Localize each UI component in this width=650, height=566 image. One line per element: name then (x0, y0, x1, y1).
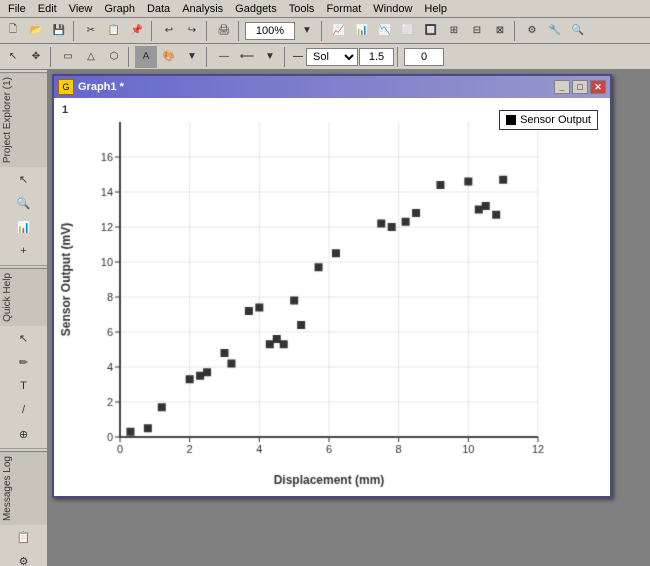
menu-data[interactable]: Data (141, 2, 176, 16)
sidebar-msg-icon-2[interactable]: ⚙ (13, 550, 35, 566)
graph-window: G Graph1 * _ □ ✕ 1 Sensor Output (52, 74, 612, 498)
copy-button[interactable]: 📋 (103, 20, 125, 42)
cut-button[interactable]: ✂ (80, 20, 102, 42)
close-button[interactable]: ✕ (590, 80, 606, 94)
zoom-dropdown[interactable]: ▼ (296, 20, 318, 42)
line-btn-1[interactable]: — (213, 46, 235, 68)
open-button[interactable]: 📂 (25, 20, 47, 42)
sidebar-text-icon[interactable]: T (13, 375, 35, 397)
draw-btn-3[interactable]: ⬡ (103, 46, 125, 68)
move-btn[interactable]: ✥ (25, 46, 47, 68)
sidebar-quickhelp-label: Quick Help (0, 268, 47, 326)
sidebar-project-label: Project Explorer (1) (0, 72, 47, 167)
minimize-button[interactable]: _ (554, 80, 570, 94)
color-btn-2[interactable]: 🎨 (158, 46, 180, 68)
sidebar-pencil-icon[interactable]: ✏ (13, 351, 35, 373)
new-button[interactable]: 🗋 (2, 20, 24, 42)
draw-btn-2[interactable]: △ (80, 46, 102, 68)
redo-button[interactable]: ↪ (181, 20, 203, 42)
legend-marker (506, 115, 516, 125)
toolbar-1: 🗋 📂 💾 ✂ 📋 📌 ↩ ↪ 🖨 ▼ 📈 📊 📉 ⬜ 🔲 ⊞ ⊟ ⊠ ⚙ 🔧 … (0, 18, 650, 44)
graph-title: Graph1 * (78, 81, 124, 93)
graph-btn-8[interactable]: ⊠ (489, 20, 511, 42)
separator-2 (151, 21, 155, 41)
menu-format[interactable]: Format (320, 2, 367, 16)
sidebar-messages-section: Messages Log 📋 ⚙ 🔧 (0, 449, 47, 566)
sep-t2-2 (128, 47, 132, 67)
sidebar-line-icon[interactable]: / (13, 399, 35, 421)
maximize-button[interactable]: □ (572, 80, 588, 94)
sidebar-zoom-icon[interactable]: ⊕ (13, 423, 35, 445)
sidebar-select-icon[interactable]: ↖ (13, 327, 35, 349)
sidebar-msg-icon-1[interactable]: 📋 (13, 526, 35, 548)
menu-tools[interactable]: Tools (283, 2, 321, 16)
graph-titlebar: G Graph1 * _ □ ✕ (54, 76, 610, 98)
value-field[interactable] (404, 48, 444, 66)
menu-window[interactable]: Window (367, 2, 418, 16)
menu-graph[interactable]: Graph (98, 2, 141, 16)
arrow-btn[interactable]: ↖ (2, 46, 24, 68)
legend-label: Sensor Output (520, 114, 591, 126)
sidebar-pointer-icon[interactable]: ↖ (13, 168, 35, 190)
sidebar-messages-label: Messages Log (0, 451, 47, 525)
menu-help[interactable]: Help (418, 2, 453, 16)
color-btn-1[interactable]: A (135, 46, 157, 68)
extra-btn-1[interactable]: ⚙ (521, 20, 543, 42)
line-style-select[interactable]: Sol Dash Dot (306, 48, 358, 66)
print-button[interactable]: 🖨 (213, 20, 235, 42)
sidebar-search-icon[interactable]: 🔍 (13, 192, 35, 214)
menu-file[interactable]: File (2, 2, 32, 16)
zoom-input[interactable] (245, 22, 295, 40)
menu-gadgets[interactable]: Gadgets (229, 2, 283, 16)
separator-4 (238, 21, 242, 41)
separator-1 (73, 21, 77, 41)
sep-t2-5 (397, 47, 401, 67)
sep-t2-1 (50, 47, 54, 67)
extra-btn-3[interactable]: 🔍 (567, 20, 589, 42)
main-area: Project Explorer (1) ↖ 🔍 📊 + Quick Help … (0, 70, 650, 566)
graph-btn-1[interactable]: 📈 (328, 20, 350, 42)
line-width-input[interactable] (359, 48, 394, 66)
menu-bar: File Edit View Graph Data Analysis Gadge… (0, 0, 650, 18)
menu-edit[interactable]: Edit (32, 2, 63, 16)
content-area: G Graph1 * _ □ ✕ 1 Sensor Output (48, 70, 650, 566)
line-btn-3[interactable]: ▼ (259, 46, 281, 68)
graph-btn-4[interactable]: ⬜ (397, 20, 419, 42)
window-buttons: _ □ ✕ (554, 80, 606, 94)
graph-btn-3[interactable]: 📉 (374, 20, 396, 42)
separator-5 (321, 21, 325, 41)
sidebar-project-section: Project Explorer (1) ↖ 🔍 📊 + (0, 70, 47, 266)
line-style-label: — (291, 51, 305, 62)
panel-number: 1 (62, 104, 68, 116)
legend: Sensor Output (499, 110, 598, 130)
menu-view[interactable]: View (63, 2, 99, 16)
sidebar-plus-icon[interactable]: + (13, 240, 35, 262)
graph-btn-5[interactable]: 🔲 (420, 20, 442, 42)
graph-btn-7[interactable]: ⊟ (466, 20, 488, 42)
toolbar-2: ↖ ✥ ▭ △ ⬡ A 🎨 ▼ — ⟵ ▼ — Sol Dash Dot (0, 44, 650, 70)
draw-btn-1[interactable]: ▭ (57, 46, 79, 68)
sep-t2-3 (206, 47, 210, 67)
graph-icon: G (58, 79, 74, 95)
paste-button[interactable]: 📌 (126, 20, 148, 42)
graph-btn-2[interactable]: 📊 (351, 20, 373, 42)
separator-6 (514, 21, 518, 41)
sidebar-quickhelp-section: Quick Help ↖ ✏ T / ⊕ (0, 266, 47, 449)
undo-button[interactable]: ↩ (158, 20, 180, 42)
menu-analysis[interactable]: Analysis (176, 2, 229, 16)
graph-btn-6[interactable]: ⊞ (443, 20, 465, 42)
separator-3 (206, 21, 210, 41)
color-btn-3[interactable]: ▼ (181, 46, 203, 68)
sidebar-chart-icon[interactable]: 📊 (13, 216, 35, 238)
save-button[interactable]: 💾 (48, 20, 70, 42)
graph-content: 1 Sensor Output (54, 98, 610, 496)
sep-t2-4 (284, 47, 288, 67)
graph-canvas[interactable] (58, 102, 558, 492)
extra-btn-2[interactable]: 🔧 (544, 20, 566, 42)
left-sidebar: Project Explorer (1) ↖ 🔍 📊 + Quick Help … (0, 70, 48, 566)
line-btn-2[interactable]: ⟵ (236, 46, 258, 68)
